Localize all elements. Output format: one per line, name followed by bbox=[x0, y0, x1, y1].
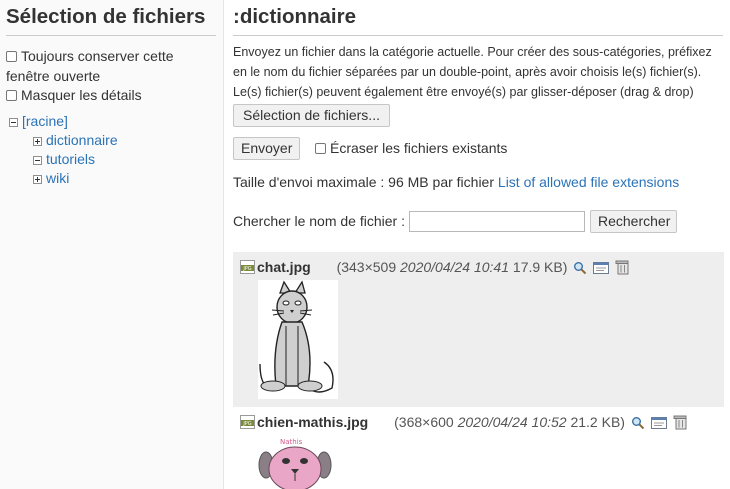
keep-open-label: Toujours conserver cette fenêtre ouverte bbox=[6, 48, 174, 84]
svg-text:JPG: JPG bbox=[242, 421, 251, 427]
upload-instructions: Envoyez un fichier dans la catégorie act… bbox=[233, 45, 712, 99]
dog-thumbnail[interactable]: Nathis bbox=[258, 435, 332, 489]
search-label: Chercher le nom de fichier : bbox=[233, 213, 405, 229]
magnifier-icon[interactable] bbox=[631, 416, 645, 430]
details-icon[interactable] bbox=[593, 261, 610, 275]
thumbnail-caption: Nathis bbox=[280, 438, 303, 446]
file-header: JPG chien-mathis.jpg (368×600 2020/04/24… bbox=[240, 413, 687, 431]
max-size-text: Taille d'envoi maximale : 96 MB par fich… bbox=[233, 174, 495, 190]
file-header: JPG chat.jpg (343×509 2020/04/24 10:41 1… bbox=[240, 258, 629, 276]
overwrite-option[interactable]: Écraser les fichiers existants bbox=[315, 138, 507, 158]
max-size-line: Taille d'envoi maximale : 96 MB par fich… bbox=[233, 172, 679, 192]
page-title: :dictionnaire bbox=[233, 5, 357, 28]
overwrite-checkbox[interactable] bbox=[315, 143, 326, 154]
delete-icon[interactable] bbox=[615, 260, 629, 275]
search-button[interactable]: Rechercher bbox=[590, 210, 677, 233]
hide-details-option[interactable]: Masquer les détails bbox=[6, 85, 142, 105]
divider bbox=[233, 35, 723, 36]
file-name-link[interactable]: chat.jpg bbox=[257, 259, 311, 275]
collapse-icon[interactable] bbox=[9, 118, 18, 127]
tree-item-root[interactable]: [racine] bbox=[9, 112, 68, 130]
hide-details-checkbox[interactable] bbox=[6, 90, 17, 101]
tree-link-tutoriels[interactable]: tutoriels bbox=[46, 151, 95, 167]
keep-open-checkbox[interactable] bbox=[6, 51, 17, 62]
file-date: 2020/04/24 10:41 bbox=[400, 259, 510, 275]
magnifier-icon[interactable] bbox=[573, 261, 587, 275]
hide-details-label: Masquer les détails bbox=[21, 87, 142, 103]
file-item: JPG chien-mathis.jpg (368×600 2020/04/24… bbox=[233, 407, 724, 489]
tree-item-dictionnaire[interactable]: dictionnaire bbox=[33, 131, 118, 149]
tree-item-tutoriels[interactable]: tutoriels bbox=[33, 150, 95, 168]
jpg-file-icon: JPG bbox=[240, 415, 255, 429]
allowed-extensions-link[interactable]: List of allowed file extensions bbox=[498, 174, 679, 190]
upload-button[interactable]: Envoyer bbox=[233, 137, 300, 160]
file-dims: (368×600 bbox=[394, 414, 454, 430]
file-name-link[interactable]: chien-mathis.jpg bbox=[257, 414, 368, 430]
tree-link-wiki[interactable]: wiki bbox=[46, 170, 69, 186]
expand-icon[interactable] bbox=[33, 137, 42, 146]
file-item: JPG chat.jpg (343×509 2020/04/24 10:41 1… bbox=[233, 252, 724, 407]
sidebar: Sélection de fichiers Toujours conserver… bbox=[0, 0, 224, 489]
details-icon[interactable] bbox=[650, 416, 667, 430]
sidebar-title: Sélection de fichiers bbox=[6, 5, 206, 28]
search-input[interactable] bbox=[409, 211, 585, 232]
tree-link-dictionnaire[interactable]: dictionnaire bbox=[46, 132, 118, 148]
svg-text:JPG: JPG bbox=[242, 266, 251, 272]
delete-icon[interactable] bbox=[673, 415, 687, 430]
divider bbox=[6, 35, 216, 36]
tree-link-root[interactable]: [racine] bbox=[22, 113, 68, 129]
file-date: 2020/04/24 10:52 bbox=[457, 414, 567, 430]
expand-icon[interactable] bbox=[33, 175, 42, 184]
collapse-icon[interactable] bbox=[33, 156, 42, 165]
file-info: (368×600 2020/04/24 10:52 21.2 KB) bbox=[394, 414, 625, 430]
overwrite-label: Écraser les fichiers existants bbox=[330, 140, 508, 156]
file-size: 17.9 KB) bbox=[512, 259, 568, 275]
file-info: (343×509 2020/04/24 10:41 17.9 KB) bbox=[337, 259, 568, 275]
cat-thumbnail[interactable] bbox=[258, 280, 338, 399]
file-dims: (343×509 bbox=[336, 259, 397, 275]
file-size: 21.2 KB) bbox=[570, 414, 625, 430]
select-files-button[interactable]: Sélection de fichiers... bbox=[233, 104, 390, 127]
jpg-file-icon: JPG bbox=[240, 260, 255, 274]
tree-item-wiki[interactable]: wiki bbox=[33, 169, 69, 187]
main-panel: :dictionnaire Envoyez un fichier dans la… bbox=[224, 0, 730, 489]
keep-open-option[interactable]: Toujours conserver cette fenêtre ouverte bbox=[6, 46, 206, 86]
